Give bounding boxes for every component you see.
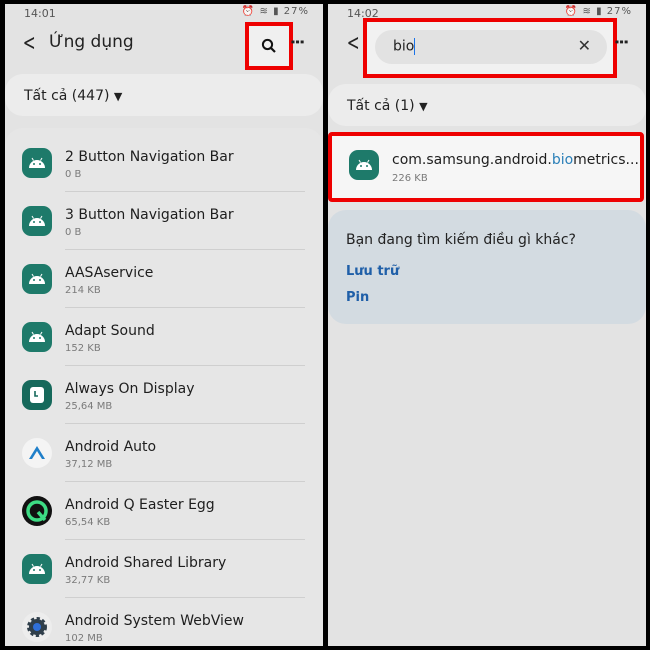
- app-size: 214 KB: [65, 285, 101, 296]
- page-title: Ứng dụng: [49, 32, 134, 52]
- suggestions-heading: Bạn đang tìm kiếm điều gì khác?: [346, 232, 576, 248]
- app-size: 102 MB: [65, 633, 103, 644]
- android-app-icon: [21, 263, 53, 295]
- link-storage[interactable]: Lưu trữ: [346, 264, 399, 279]
- app-list-item[interactable]: Always On Display 25,64 MB: [5, 366, 323, 424]
- android-app-icon: [21, 553, 53, 585]
- app-list-item[interactable]: Adapt Sound 152 KB: [5, 308, 323, 366]
- app-list-item[interactable]: Android Shared Library 32,77 KB: [5, 540, 323, 598]
- link-battery[interactable]: Pin: [346, 290, 369, 305]
- app-name: Android Q Easter Egg: [65, 497, 215, 513]
- filter-dropdown[interactable]: Tất cả (447) ▼: [5, 74, 323, 116]
- app-list-item[interactable]: Android System WebView 102 MB: [5, 598, 323, 646]
- android-app-icon: [348, 149, 380, 181]
- app-list-item[interactable]: Android Auto 37,12 MB: [5, 424, 323, 482]
- app-size: 25,64 MB: [65, 401, 113, 412]
- android-auto-icon: [21, 437, 53, 469]
- dropdown-arrow-icon: ▼: [419, 100, 428, 113]
- back-button[interactable]: <: [347, 31, 360, 56]
- clear-search-icon[interactable]: ✕: [578, 36, 591, 55]
- app-name: Android Shared Library: [65, 555, 227, 571]
- app-name: AASAservice: [65, 265, 154, 281]
- app-size: 0 B: [65, 169, 82, 180]
- search-button[interactable]: [245, 22, 293, 70]
- app-list-item[interactable]: AASAservice 214 KB: [5, 250, 323, 308]
- more-options-icon[interactable]: ⋮: [612, 34, 631, 50]
- result-size: 226 KB: [392, 173, 428, 184]
- app-list-item[interactable]: Android Q Easter Egg 65,54 KB: [5, 482, 323, 540]
- more-options-icon[interactable]: ⋮: [288, 34, 307, 50]
- battery-level: 27%: [283, 6, 309, 17]
- android-app-icon: [21, 205, 53, 237]
- status-time: 14:01: [24, 7, 56, 20]
- app-size: 65,54 KB: [65, 517, 111, 528]
- filter-label: Tất cả (447): [24, 88, 110, 104]
- android-q-icon: [21, 495, 53, 527]
- app-size: 32,77 KB: [65, 575, 111, 586]
- status-bar: 14:01 ⏰ ≋ ▮ 27%: [5, 4, 323, 24]
- app-name: Android Auto: [65, 439, 157, 455]
- result-name: com.samsung.android.biometrics...: [392, 152, 639, 168]
- search-icon: [261, 38, 276, 53]
- app-name: Always On Display: [65, 381, 195, 397]
- back-button[interactable]: <: [23, 31, 36, 56]
- app-size: 37,12 MB: [65, 459, 113, 470]
- dropdown-arrow-icon: ▼: [113, 90, 123, 103]
- battery-level: 27%: [606, 6, 632, 17]
- clock-icon: [21, 379, 53, 411]
- search-highlight: bio ✕: [363, 18, 617, 78]
- app-list-item[interactable]: 3 Button Navigation Bar 0 B: [5, 192, 323, 250]
- status-icons: ⏰ ≋ ▮ 27%: [241, 6, 309, 17]
- suggestions-card: Bạn đang tìm kiếm điều gì khác? Lưu trữ …: [328, 210, 646, 324]
- app-name: Android System WebView: [65, 613, 244, 629]
- apps-screen: 14:01 ⏰ ≋ ▮ 27% < Ứng dụng ⋮ Tất cả (447…: [5, 4, 323, 646]
- app-size: 0 B: [65, 227, 82, 238]
- android-app-icon: [21, 321, 53, 353]
- webview-gear-icon: [21, 611, 53, 643]
- search-query: bio: [393, 38, 415, 55]
- status-icons: ⏰ ≋ ▮ 27%: [564, 6, 632, 17]
- app-list-item[interactable]: 2 Button Navigation Bar 0 B: [5, 134, 323, 192]
- search-input[interactable]: bio ✕: [375, 30, 607, 64]
- app-name: 3 Button Navigation Bar: [65, 207, 234, 223]
- search-screen: 14:02 ⏰ ≋ ▮ 27% < bio ✕ ⋮ Tất cả (1) ▼ c…: [328, 4, 646, 646]
- app-size: 152 KB: [65, 343, 101, 354]
- filter-label: Tất cả (1): [347, 98, 415, 114]
- search-result-item[interactable]: com.samsung.android.biometrics... 226 KB: [328, 132, 644, 202]
- android-app-icon: [21, 147, 53, 179]
- app-name: 2 Button Navigation Bar: [65, 149, 234, 165]
- filter-dropdown[interactable]: Tất cả (1) ▼: [328, 84, 646, 126]
- app-list: 2 Button Navigation Bar 0 B3 Button Navig…: [5, 128, 323, 646]
- app-name: Adapt Sound: [65, 323, 155, 339]
